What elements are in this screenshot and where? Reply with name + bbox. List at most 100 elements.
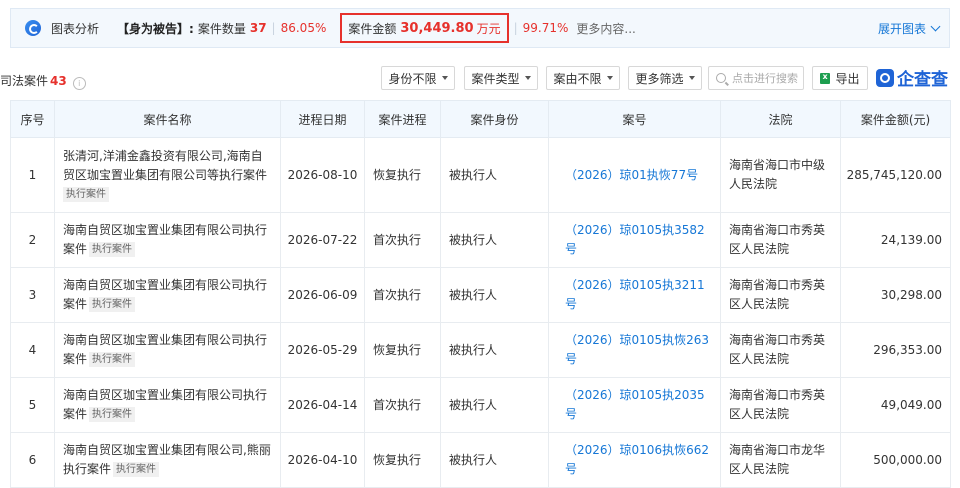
chevron-down-icon xyxy=(930,21,941,32)
case-number[interactable]: （2026）琼0106执恢662号 xyxy=(565,443,709,476)
case-type-tag: 执行案件 xyxy=(89,297,136,312)
case-type-tag: 执行案件 xyxy=(113,462,160,477)
summary-title: 图表分析 xyxy=(51,21,100,36)
brand-name: 企查查 xyxy=(897,70,948,90)
search-icon xyxy=(716,73,726,83)
summary-bar: 图表分析 【身为被告】: 案件数量 37 | 86.05% 案件金额 30,44… xyxy=(10,8,950,48)
divider: | xyxy=(513,21,518,35)
case-name-cell: 海南自贸区珈宝置业集团有限公司执行案件 执行案件 xyxy=(54,377,281,433)
case-number[interactable]: （2026）琼0105执3582号 xyxy=(565,223,705,256)
case-type-tag: 执行案件 xyxy=(89,242,136,257)
case-identity: 被执行人 xyxy=(440,267,549,323)
case-identity: 被执行人 xyxy=(440,377,549,433)
case-progress: 恢复执行 xyxy=(364,432,441,488)
col-header[interactable]: 案号 xyxy=(548,100,721,138)
court: 海南省海口市龙华区人民法院 xyxy=(720,432,841,488)
role-label: 【身为被告】: xyxy=(117,21,194,36)
court: 海南省海口市秀英区人民法院 xyxy=(720,377,841,433)
col-header[interactable]: 案件身份 xyxy=(440,100,549,138)
count-percent: 86.05% xyxy=(280,21,327,35)
court: 海南省海口市中级人民法院 xyxy=(720,137,841,213)
col-header[interactable]: 序号 xyxy=(10,100,55,138)
col-header[interactable]: 案件进程 xyxy=(364,100,441,138)
caret-down-icon xyxy=(441,76,448,80)
amount-unit: 万元 xyxy=(476,21,501,36)
excel-icon xyxy=(820,72,831,84)
case-name-cell: 海南自贸区珈宝置业集团有限公司执行案件 执行案件 xyxy=(54,212,281,268)
case-amount: 30,298.00 xyxy=(840,267,951,323)
case-progress: 首次执行 xyxy=(364,377,441,433)
col-header[interactable]: 进程日期 xyxy=(280,100,365,138)
case-type-tag: 执行案件 xyxy=(63,186,109,202)
case-progress: 首次执行 xyxy=(364,267,441,323)
table-row: 5 海南自贸区珈宝置业集团有限公司执行案件 执行案件 2026-04-14 首次执… xyxy=(10,377,951,433)
table-row: 4 海南自贸区珈宝置业集团有限公司执行案件 执行案件 2026-05-29 恢复执… xyxy=(10,322,951,378)
case-name-link[interactable]: 海南自贸区珈宝置业集团有限公司,熊丽执行案件 xyxy=(63,443,271,476)
process-date: 2026-05-29 xyxy=(280,322,365,378)
row-number: 1 xyxy=(10,137,55,213)
process-date: 2026-06-09 xyxy=(280,267,365,323)
court: 海南省海口市秀英区人民法院 xyxy=(720,212,841,268)
case-number[interactable]: （2026）琼0105执恢263号 xyxy=(565,333,709,366)
case-amount: 49,049.00 xyxy=(840,377,951,433)
case-number-link[interactable]: （2026）琼0105执3582号 xyxy=(548,212,721,268)
case-progress: 恢复执行 xyxy=(364,137,441,213)
caret-down-icon xyxy=(524,76,531,80)
amount-percent: 99.71% xyxy=(522,21,569,35)
table-row: 3 海南自贸区珈宝置业集团有限公司执行案件 执行案件 2026-06-09 首次执… xyxy=(10,267,951,323)
section-title-label: 司法案件 xyxy=(0,74,49,88)
expand-chart-label: 展开图表 xyxy=(877,21,926,36)
info-icon[interactable]: i xyxy=(72,77,86,90)
filter-identity-dropdown[interactable]: 身份不限 xyxy=(381,66,455,90)
section-count: 43 xyxy=(50,74,67,88)
row-number: 4 xyxy=(10,322,55,378)
table-header-row: 序号 案件名称 进程日期 案件进程 案件身份 案号 法院 案件金额(元) xyxy=(10,100,951,138)
case-name-link[interactable]: 张清河,洋浦金鑫投资有限公司,海南自贸区珈宝置业集团有限公司等执行案件 xyxy=(63,149,267,182)
caret-down-icon xyxy=(688,76,695,80)
case-identity: 被执行人 xyxy=(440,432,549,488)
case-number-link[interactable]: （2026）琼0105执恢263号 xyxy=(548,322,721,378)
export-button[interactable]: 导出 xyxy=(812,66,868,90)
filter-label: 身份不限 xyxy=(388,71,437,86)
case-name-cell: 海南自贸区珈宝置业集团有限公司,熊丽执行案件 执行案件 xyxy=(54,432,281,488)
case-amount: 500,000.00 xyxy=(840,432,951,488)
case-number-link[interactable]: （2026）琼01执恢77号 xyxy=(548,137,721,213)
amount-value: 30,449.80 xyxy=(400,20,474,36)
process-date: 2026-04-10 xyxy=(280,432,365,488)
filter-more-dropdown[interactable]: 更多筛选 xyxy=(628,66,702,90)
case-number-link[interactable]: （2026）琼0105执2035号 xyxy=(548,377,721,433)
search-input[interactable]: 点击进行搜索 xyxy=(708,66,804,90)
case-number[interactable]: （2026）琼0105执3211号 xyxy=(565,278,705,311)
more-content-link[interactable]: 更多内容... xyxy=(576,20,635,37)
case-identity: 被执行人 xyxy=(440,137,549,213)
filter-cause-dropdown[interactable]: 案由不限 xyxy=(546,66,620,90)
row-number: 3 xyxy=(10,267,55,323)
case-type-tag: 执行案件 xyxy=(89,352,136,367)
court: 海南省海口市秀英区人民法院 xyxy=(720,267,841,323)
case-number-link[interactable]: （2026）琼0106执恢662号 xyxy=(548,432,721,488)
case-name-cell: 海南自贸区珈宝置业集团有限公司执行案件 执行案件 xyxy=(54,267,281,323)
process-date: 2026-07-22 xyxy=(280,212,365,268)
brand-logo: 企查查 xyxy=(876,65,948,90)
toolbar: 司法案件43 i 身份不限 案件类型 案由不限 更多筛选 点击进行搜索 导出 企查… xyxy=(0,66,960,92)
case-progress: 恢复执行 xyxy=(364,322,441,378)
col-header[interactable]: 法院 xyxy=(720,100,841,138)
qcc-logo-icon xyxy=(876,68,894,87)
process-date: 2026-08-10 xyxy=(280,137,365,213)
expand-chart-button[interactable]: 展开图表 xyxy=(877,20,941,37)
filter-case-type-dropdown[interactable]: 案件类型 xyxy=(464,66,538,90)
case-amount: 296,353.00 xyxy=(840,322,951,378)
case-number-link[interactable]: （2026）琼0105执3211号 xyxy=(548,267,721,323)
col-header[interactable]: 案件名称 xyxy=(54,100,281,138)
col-header[interactable]: 案件金额(元) xyxy=(840,100,951,138)
case-progress: 首次执行 xyxy=(364,212,441,268)
case-name-cell: 海南自贸区珈宝置业集团有限公司执行案件 执行案件 xyxy=(54,322,281,378)
table-row: 1 张清河,洋浦金鑫投资有限公司,海南自贸区珈宝置业集团有限公司等执行案件执行案… xyxy=(10,137,951,213)
case-number[interactable]: （2026）琼01执恢77号 xyxy=(565,168,698,182)
table-row: 2 海南自贸区珈宝置业集团有限公司执行案件 执行案件 2026-07-22 首次执… xyxy=(10,212,951,268)
case-number[interactable]: （2026）琼0105执2035号 xyxy=(565,388,705,421)
cases-table: 序号 案件名称 进程日期 案件进程 案件身份 案号 法院 案件金额(元) 1 张… xyxy=(10,100,951,488)
chart-analysis-icon xyxy=(25,20,41,36)
case-type-tag: 执行案件 xyxy=(89,407,136,422)
export-label: 导出 xyxy=(835,71,860,86)
